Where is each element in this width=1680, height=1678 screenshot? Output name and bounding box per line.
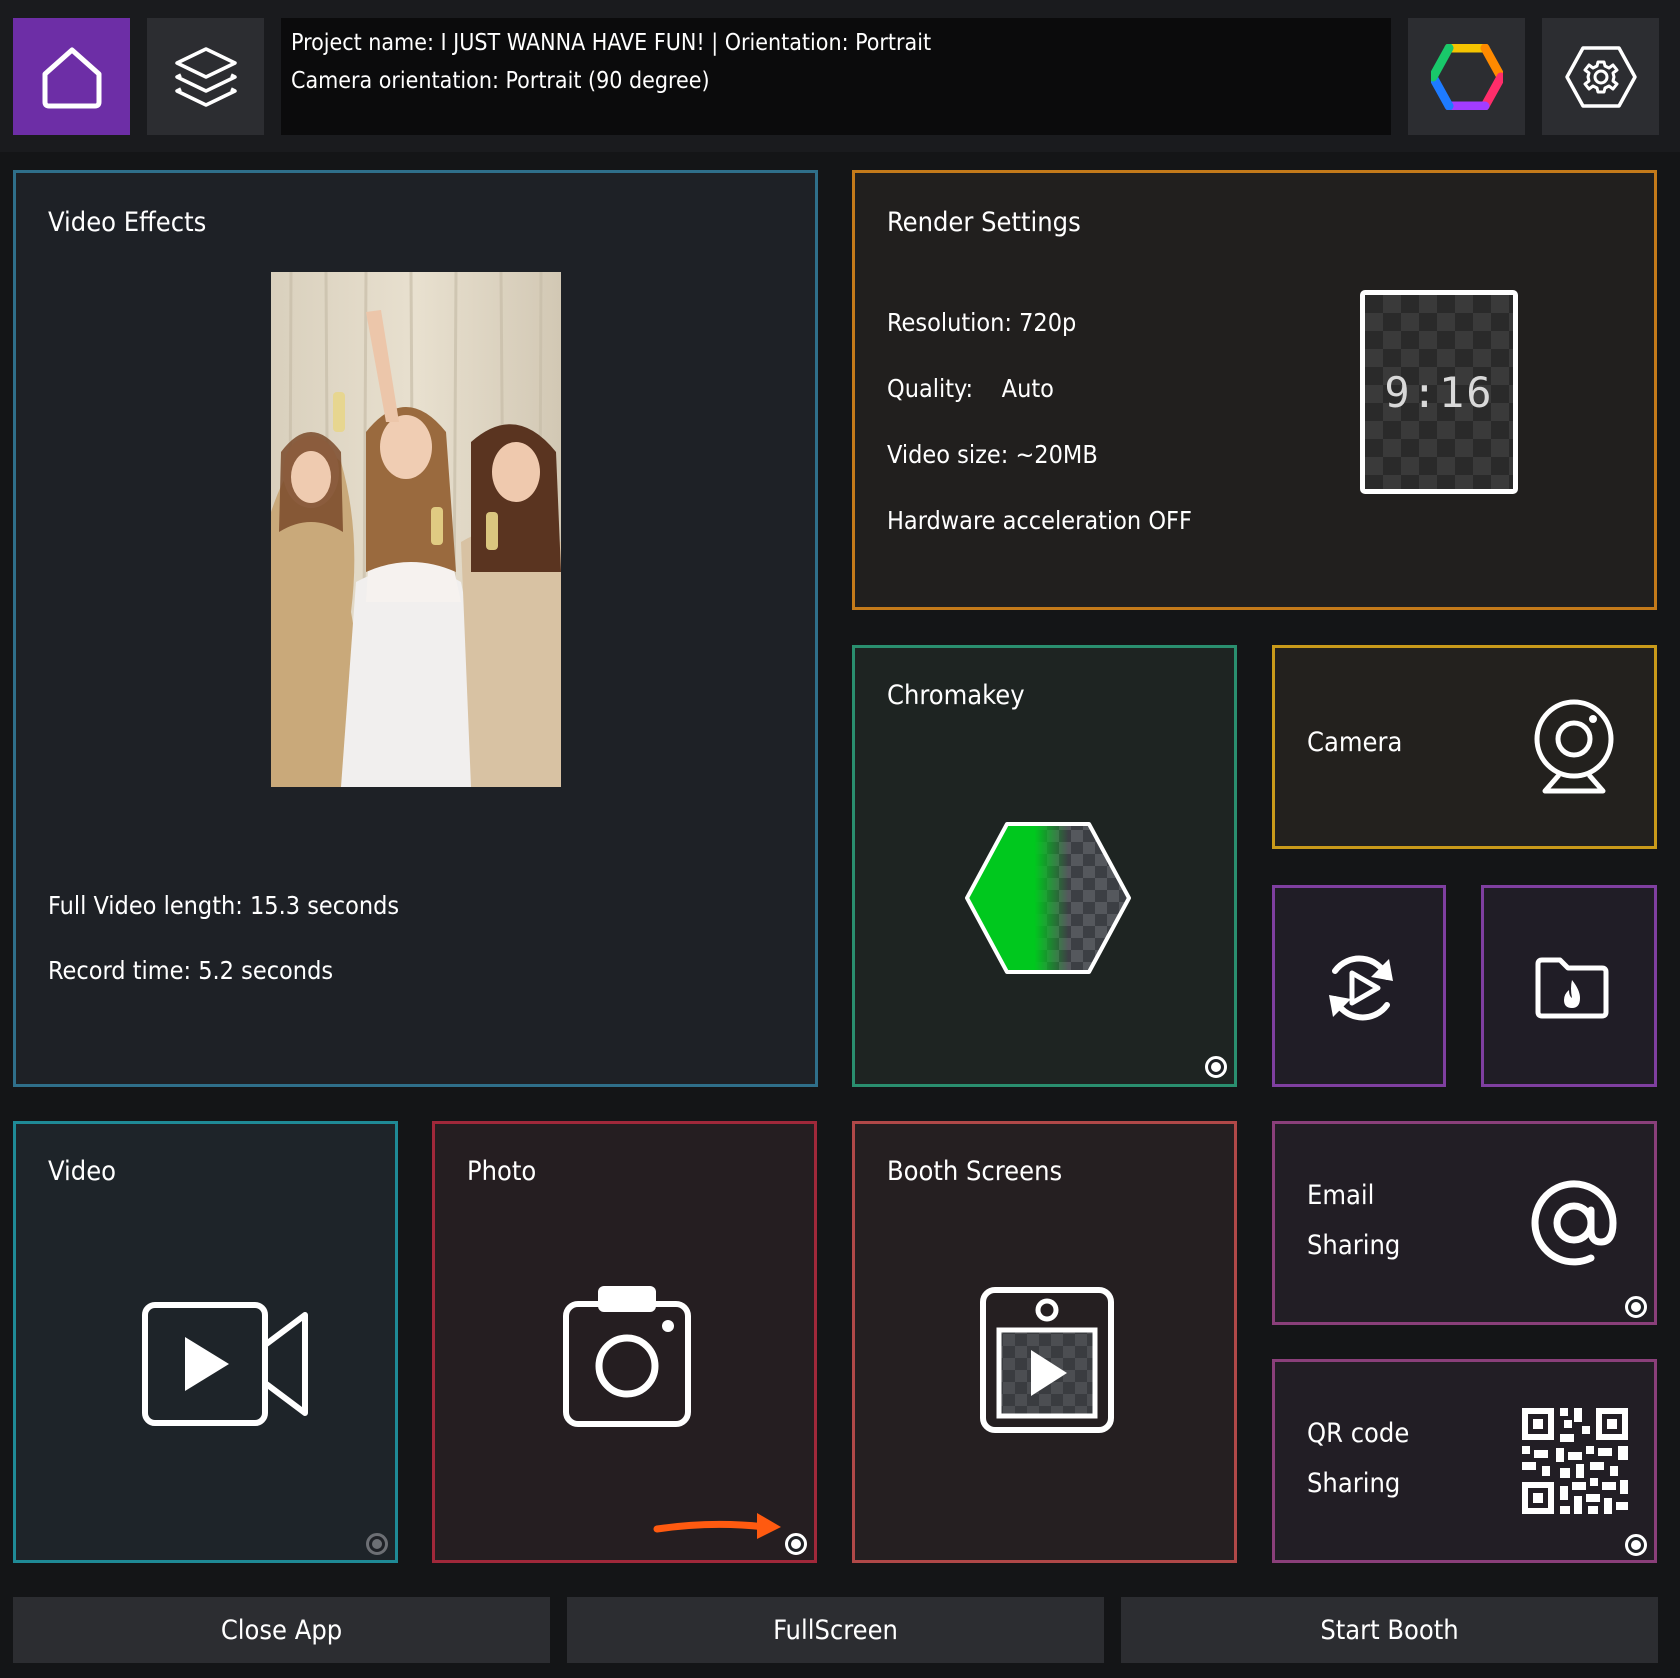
record-time: Record time: 5.2 seconds xyxy=(48,956,334,985)
video-tile[interactable]: Video xyxy=(13,1121,398,1563)
photo-status-dot[interactable] xyxy=(785,1533,807,1555)
highlight-arrow-icon xyxy=(653,1513,781,1539)
camera-tile[interactable]: Camera xyxy=(1272,645,1657,849)
layers-button[interactable] xyxy=(147,18,264,135)
close-app-button[interactable]: Close App xyxy=(13,1597,550,1663)
email-sharing-status-dot[interactable] xyxy=(1625,1296,1647,1318)
hardware-acceleration-text: Hardware acceleration OFF xyxy=(887,506,1192,535)
qr-sharing-status-dot[interactable] xyxy=(1625,1534,1647,1556)
chromakey-tile[interactable]: Chromakey xyxy=(852,645,1237,1087)
replay-icon xyxy=(1329,955,1393,1021)
resolution-text: Resolution: 720p xyxy=(887,308,1077,337)
color-hexagon-button[interactable] xyxy=(1408,18,1525,135)
render-settings-tile[interactable]: Render Settings Resolution: 720p Quality… xyxy=(852,170,1657,610)
video-effects-title: Video Effects xyxy=(48,207,207,238)
video-effects-tile[interactable]: Video Effects Full Video length: 15.3 se… xyxy=(13,170,818,1087)
project-name-line: Project name: I JUST WANNA HAVE FUN! | O… xyxy=(291,30,932,56)
video-status-dot[interactable] xyxy=(366,1533,388,1555)
qr-code-icon xyxy=(1522,1408,1628,1514)
camera-title: Camera xyxy=(1307,727,1403,758)
start-booth-button[interactable]: Start Booth xyxy=(1121,1597,1658,1663)
home-button[interactable] xyxy=(13,18,130,135)
email-sharing-tile[interactable]: Email Sharing xyxy=(1272,1121,1657,1325)
booth-screens-tile[interactable]: Booth Screens xyxy=(852,1121,1237,1563)
fullscreen-button[interactable]: FullScreen xyxy=(567,1597,1104,1663)
qr-sharing-line2: Sharing xyxy=(1307,1468,1401,1499)
gear-icon xyxy=(1564,45,1637,108)
video-size-text: Video size: ~20MB xyxy=(887,440,1098,469)
aspect-ratio-preview: 9:16 xyxy=(1360,290,1518,494)
layers-icon xyxy=(174,46,237,107)
hot-folder-tile[interactable] xyxy=(1481,885,1657,1087)
chromakey-status-dot[interactable] xyxy=(1205,1056,1227,1078)
project-info: Project name: I JUST WANNA HAVE FUN! | O… xyxy=(281,18,1391,135)
video-effects-preview-image xyxy=(271,272,561,787)
aspect-ratio-label: 9:16 xyxy=(1384,367,1494,417)
full-video-length: Full Video length: 15.3 seconds xyxy=(48,891,400,920)
qr-sharing-line1: QR code xyxy=(1307,1418,1410,1449)
photo-tile[interactable]: Photo xyxy=(432,1121,817,1563)
replay-tile[interactable] xyxy=(1272,885,1446,1087)
render-settings-title: Render Settings xyxy=(887,207,1081,238)
booth-screen-icon xyxy=(980,1287,1114,1433)
at-sign-icon xyxy=(1531,1180,1617,1266)
photo-camera-icon xyxy=(563,1286,691,1427)
home-icon xyxy=(42,47,101,108)
webcam-icon xyxy=(1534,699,1614,794)
chromakey-title: Chromakey xyxy=(887,680,1025,711)
hot-folder-icon xyxy=(1535,957,1609,1019)
video-camera-icon xyxy=(142,1302,308,1426)
booth-screens-title: Booth Screens xyxy=(887,1156,1063,1187)
email-sharing-line2: Sharing xyxy=(1307,1230,1401,1261)
settings-button[interactable] xyxy=(1542,18,1659,135)
email-sharing-line1: Email xyxy=(1307,1180,1375,1211)
qr-sharing-tile[interactable]: QR code Sharing xyxy=(1272,1359,1657,1563)
chromakey-icon xyxy=(965,822,1131,974)
camera-orientation-line: Camera orientation: Portrait (90 degree) xyxy=(291,68,710,94)
video-title: Video xyxy=(48,1156,117,1187)
color-hexagon-icon xyxy=(1430,43,1503,110)
photo-title: Photo xyxy=(467,1156,537,1187)
quality-text: Quality: Auto xyxy=(887,374,1054,403)
